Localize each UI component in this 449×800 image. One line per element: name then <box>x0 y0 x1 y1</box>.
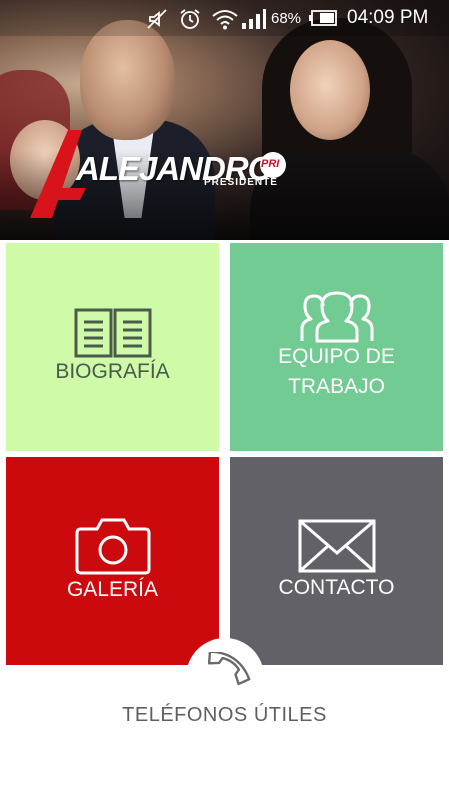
pri-badge-text: PRI <box>261 158 280 170</box>
wifi-icon <box>212 10 238 30</box>
status-time: 04:09 PM <box>347 7 429 28</box>
hero-photo-face-center <box>80 20 175 140</box>
camera-icon <box>75 518 150 575</box>
tile-equipo-label-line1: EQUIPO DE <box>278 345 395 368</box>
tile-contacto[interactable]: CONTACTO <box>230 457 443 665</box>
signal-icon <box>242 9 266 29</box>
tile-equipo-de-trabajo[interactable]: EQUIPO DE TRABAJO <box>230 243 443 451</box>
tile-galeria-label: GALERÍA <box>66 578 159 601</box>
status-bar: 68% 04:09 PM <box>0 0 449 36</box>
battery-icon <box>309 10 337 26</box>
team-icon <box>300 291 373 343</box>
tile-biografia[interactable]: BIOGRAFÍA <box>6 243 219 451</box>
hero-banner: 68% 04:09 PM ALEJANDRO PRESIDENTE PRI <box>0 0 449 240</box>
battery-percent: 68% <box>271 10 302 27</box>
logo-tagline: PRESIDENTE <box>204 177 278 188</box>
telefonos-utiles-label[interactable]: TELÉFONOS ÚTILES <box>0 704 449 727</box>
book-icon <box>74 308 151 358</box>
mute-icon <box>147 9 167 29</box>
tile-galeria[interactable]: GALERÍA <box>6 457 219 665</box>
tile-biografia-label: BIOGRAFÍA <box>55 360 170 383</box>
hero-photo-face-right <box>290 40 370 140</box>
tile-equipo-label-line2: TRABAJO <box>288 375 385 398</box>
campaign-logo: ALEJANDRO PRESIDENTE PRI <box>24 128 294 223</box>
pri-badge: PRI <box>260 152 286 178</box>
phone-icon <box>207 652 251 686</box>
envelope-icon <box>298 519 375 573</box>
tile-contacto-label: CONTACTO <box>278 576 395 599</box>
alarm-icon <box>180 9 200 29</box>
